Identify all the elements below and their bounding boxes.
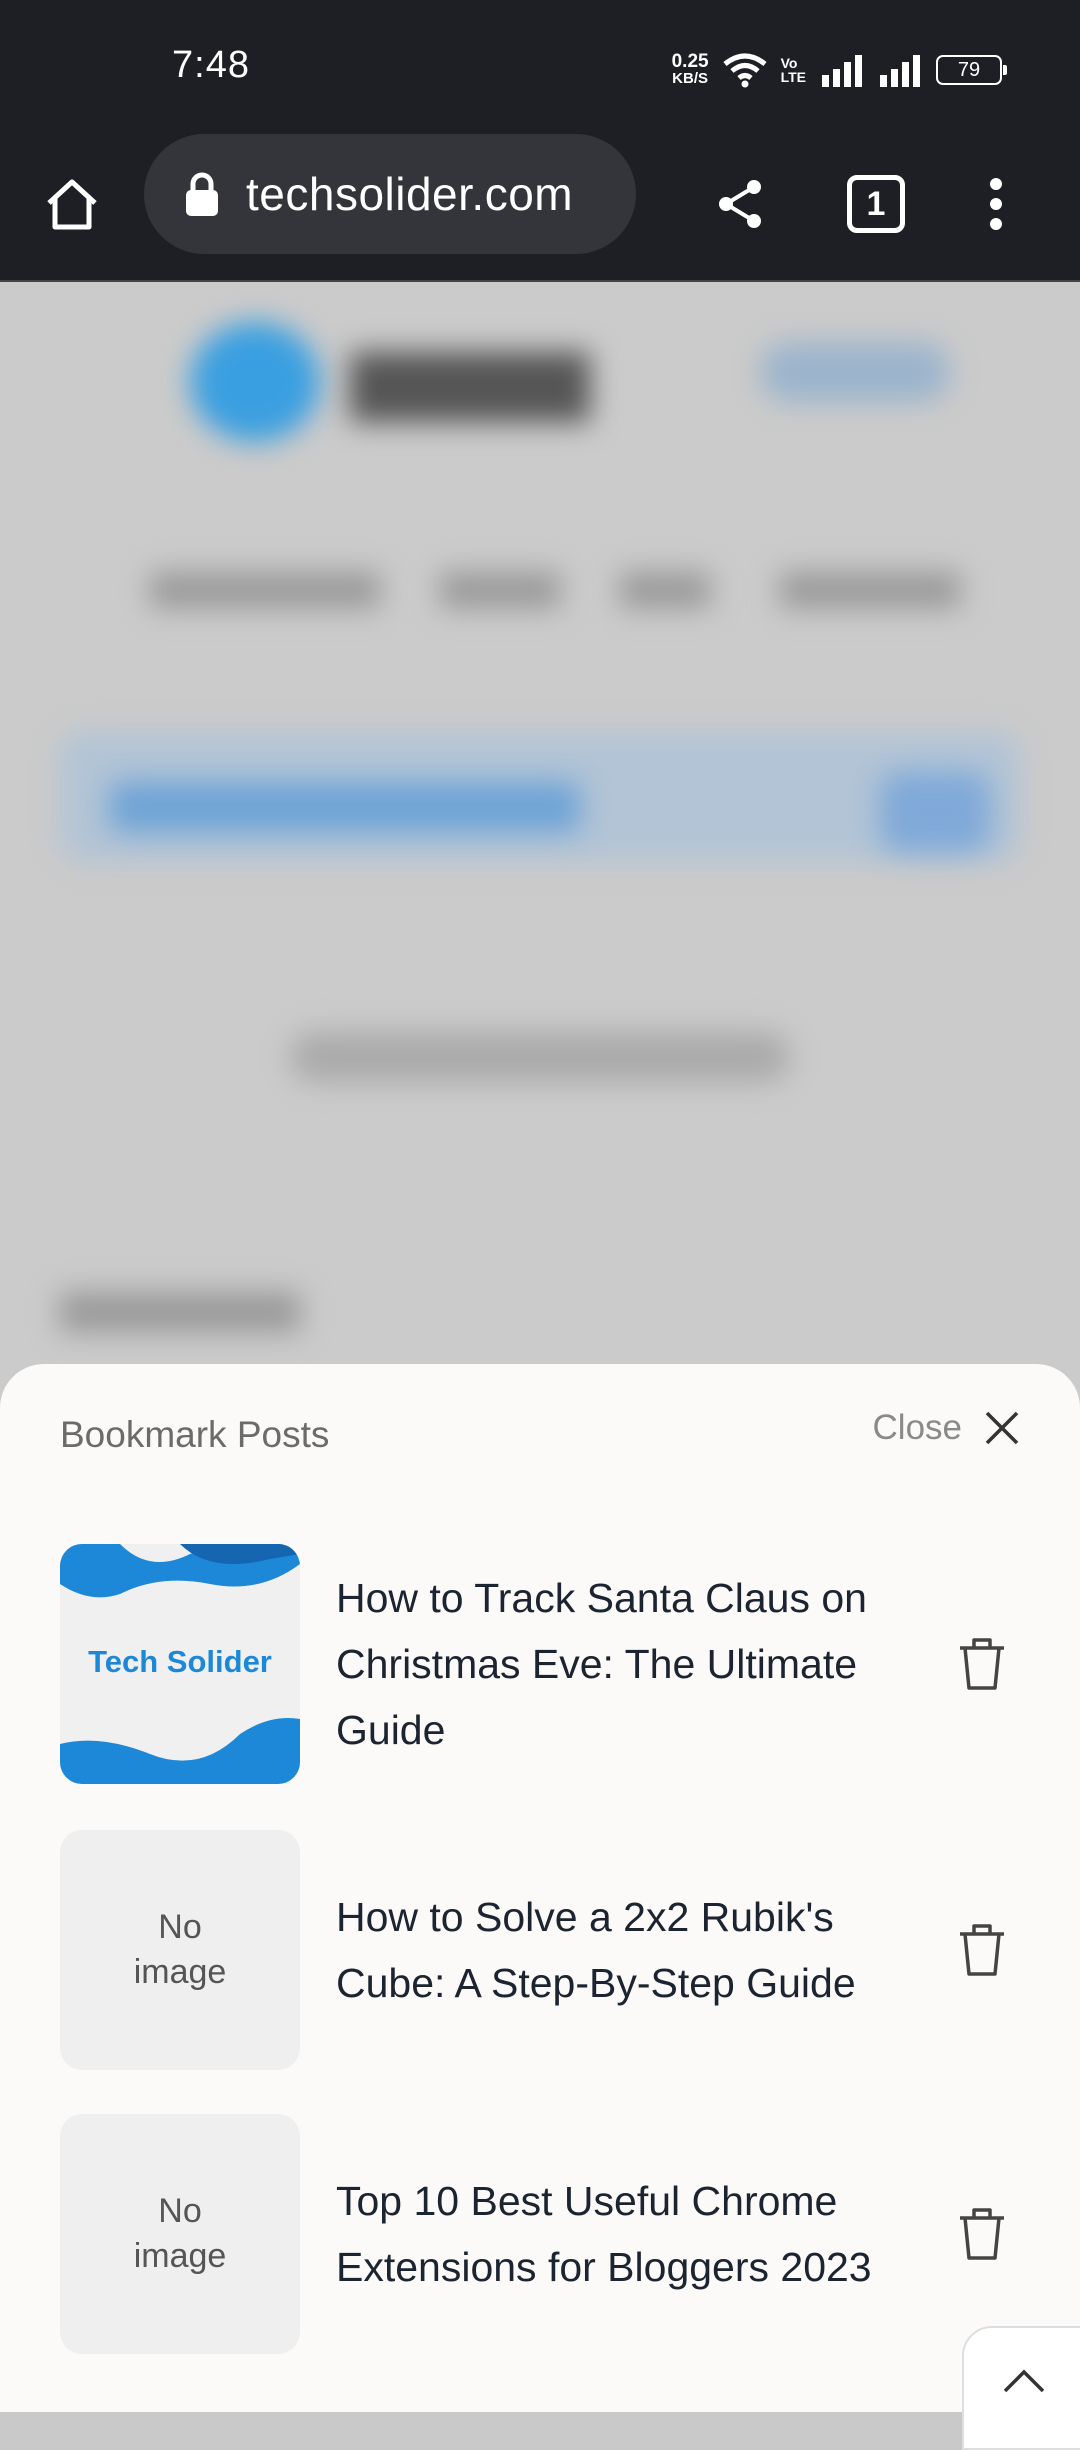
webpage-background (0, 282, 1080, 1482)
bookmark-thumbnail: No image (60, 2114, 300, 2354)
wifi-icon (723, 53, 767, 88)
bookmark-title[interactable]: How to Track Santa Claus on Christmas Ev… (336, 1544, 920, 1784)
menu-button[interactable] (956, 164, 1036, 244)
trash-icon[interactable] (956, 2204, 1008, 2264)
home-icon (47, 179, 97, 230)
network-speed: 0.25 KB/S (671, 51, 709, 87)
home-button[interactable] (32, 164, 112, 244)
bookmark-thumbnail: Tech Solider (60, 1544, 300, 1784)
bookmark-sheet: Bookmark Posts Close Tech Solider How to… (0, 1364, 1080, 2412)
bookmark-item[interactable]: No image How to Solve a 2x2 Rubik's Cube… (60, 1830, 1020, 2070)
sheet-title: Bookmark Posts (60, 1414, 330, 1455)
lock-icon (186, 172, 218, 216)
signal-icon (822, 55, 862, 87)
signal-icon (880, 55, 920, 87)
status-bar: 7:48 0.25 KB/S Vo LTE 79 (0, 0, 1080, 132)
bookmark-title[interactable]: How to Solve a 2x2 Rubik's Cube: A Step-… (336, 1830, 920, 2070)
scroll-to-top-button[interactable] (962, 2326, 1080, 2450)
share-button[interactable] (700, 164, 780, 244)
no-image-text: No image (133, 1908, 227, 1991)
no-image-text: No image (133, 2192, 227, 2275)
close-label: Close (872, 1408, 962, 1447)
status-icons: 0.25 KB/S Vo LTE 79 (671, 48, 1007, 92)
tab-count: 1 (847, 175, 905, 233)
thumbnail-logo-text: Tech Solider (88, 1644, 272, 1679)
battery-icon: 79 (936, 55, 1007, 85)
bookmark-item[interactable]: Tech Solider How to Track Santa Claus on… (60, 1544, 1020, 1784)
bookmark-title[interactable]: Top 10 Best Useful Chrome Extensions for… (336, 2114, 920, 2354)
bookmark-thumbnail: No image (60, 1830, 300, 2070)
close-icon (985, 1411, 1019, 1445)
close-button[interactable]: Close (873, 1408, 1020, 1448)
bookmark-item[interactable]: No image Top 10 Best Useful Chrome Exten… (60, 2114, 1020, 2354)
volte-indicator: Vo LTE (780, 55, 806, 85)
trash-icon[interactable] (956, 1920, 1008, 1980)
share-icon (719, 180, 761, 228)
more-vert-icon (990, 178, 1002, 230)
tab-switcher-button[interactable]: 1 (836, 164, 916, 244)
chevron-up-icon (1003, 2369, 1045, 2393)
url-text: techsolider.com (246, 168, 574, 220)
url-bar[interactable]: techsolider.com (144, 134, 636, 254)
status-time: 7:48 (172, 44, 250, 86)
trash-icon[interactable] (956, 1634, 1008, 1694)
